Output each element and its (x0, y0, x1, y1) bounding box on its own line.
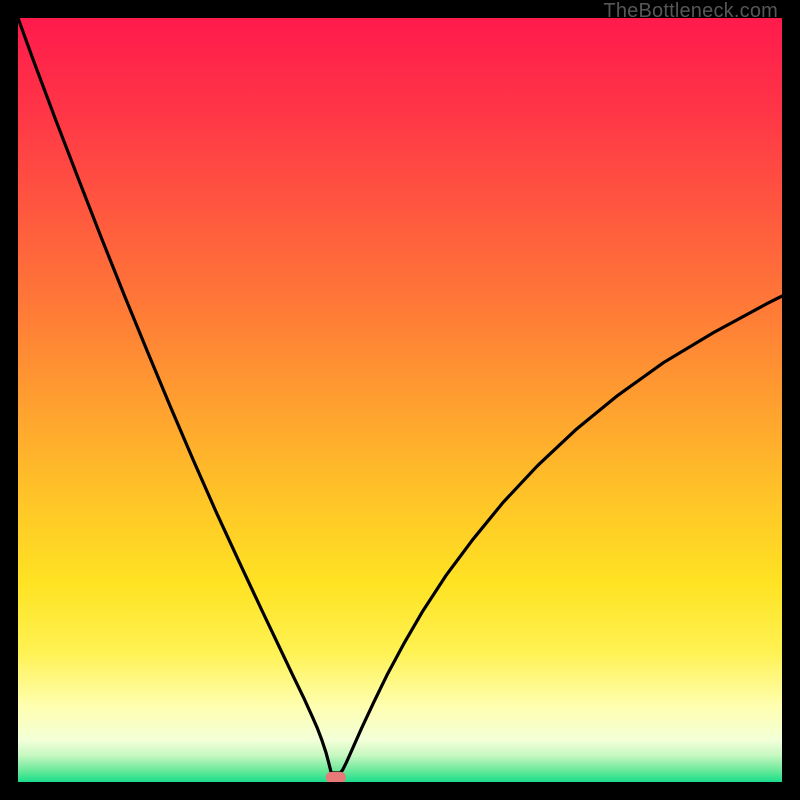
watermark-text: TheBottleneck.com (603, 0, 778, 23)
bottleneck-marker (326, 772, 346, 782)
gradient-background (18, 18, 782, 782)
bottleneck-chart (18, 18, 782, 782)
chart-frame (18, 18, 782, 782)
